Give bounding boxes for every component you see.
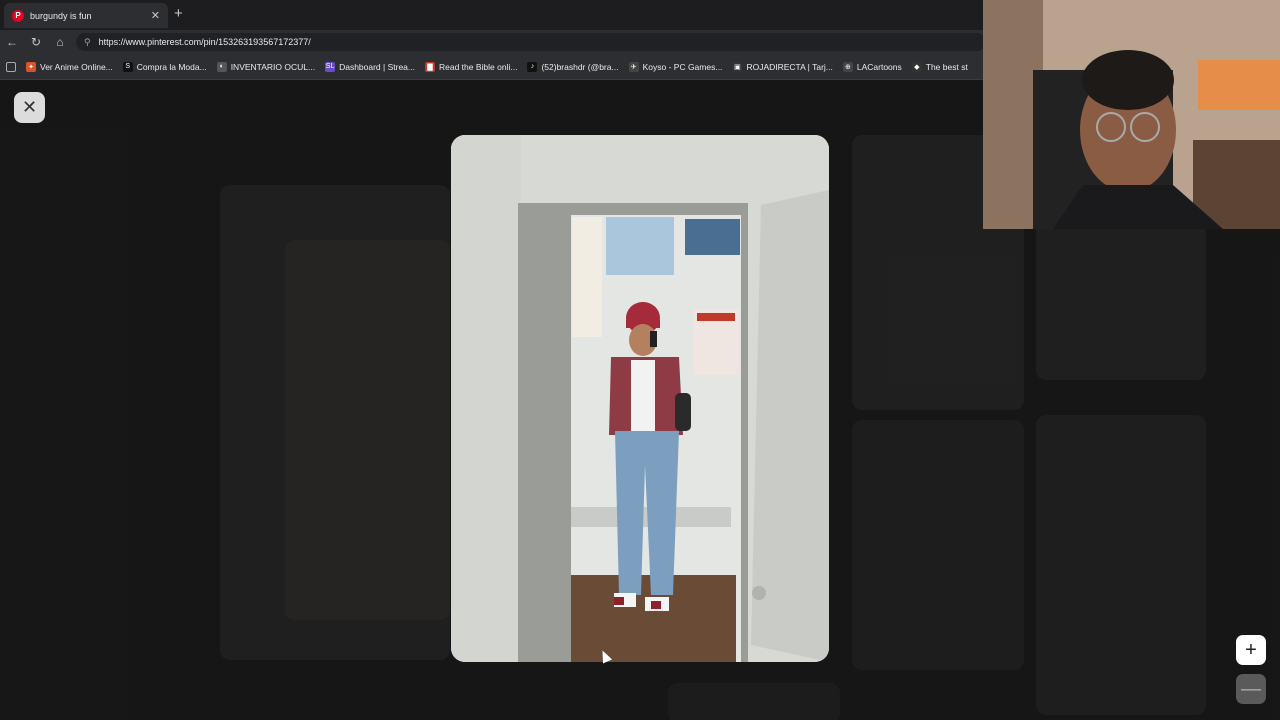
bookmark-item[interactable]: ▇ Read the Bible onli... bbox=[425, 61, 518, 72]
bookmark-label: Compra la Moda... bbox=[136, 61, 207, 72]
bookmark-favicon-icon: ◆ bbox=[911, 61, 922, 72]
home-icon[interactable]: ⌂ bbox=[48, 35, 72, 49]
bookmark-item[interactable]: ✦ Ver Anime Online... bbox=[26, 61, 113, 72]
bookmark-item[interactable]: ◆ The best st bbox=[911, 61, 968, 72]
bookmark-item[interactable]: ◐ INVENTARIO OCUL... bbox=[216, 61, 316, 72]
bookmark-item[interactable]: ▣ ROJADIRECTA | Tarj... bbox=[732, 61, 833, 72]
bookmark-item[interactable]: ♪ (52)brashdr (@bra... bbox=[527, 61, 619, 72]
bookmark-label: Koyso - PC Games... bbox=[642, 61, 723, 72]
bookmark-favicon-icon: ▇ bbox=[425, 61, 435, 72]
mirror-selfie-photo bbox=[451, 135, 829, 662]
bookmark-label: Ver Anime Online... bbox=[40, 61, 113, 72]
bookmark-label: INVENTARIO OCUL... bbox=[230, 61, 316, 72]
bookmark-favicon-icon: ✈ bbox=[628, 61, 639, 72]
reload-icon[interactable]: ↻ bbox=[24, 35, 48, 49]
bookmarks-menu-icon[interactable] bbox=[6, 61, 16, 72]
back-icon[interactable]: ← bbox=[0, 35, 24, 49]
bookmark-label: The best st bbox=[925, 61, 968, 72]
zoom-in-button[interactable]: + bbox=[1236, 635, 1266, 665]
bookmark-favicon-icon: SL bbox=[325, 61, 336, 72]
bookmark-favicon-icon: ✦ bbox=[26, 61, 36, 72]
bookmark-label: LACartoons bbox=[856, 61, 902, 72]
pinterest-icon: P bbox=[12, 9, 24, 22]
zoom-out-button[interactable]: — bbox=[1236, 674, 1266, 704]
bookmark-label: Read the Bible onli... bbox=[439, 61, 518, 72]
bookmark-favicon-icon: ▣ bbox=[732, 61, 743, 72]
tab-active[interactable]: P burgundy is fun ✕ bbox=[4, 3, 168, 28]
site-info-icon[interactable]: ⚲ bbox=[84, 37, 91, 48]
webcam-overlay bbox=[983, 0, 1280, 229]
new-tab-button[interactable]: + bbox=[174, 5, 183, 22]
bookmark-item[interactable]: ⊕ LACartoons bbox=[842, 61, 902, 72]
streamer-webcam-feed bbox=[983, 0, 1280, 229]
bookmark-favicon-icon: S bbox=[122, 61, 133, 72]
close-viewer-button[interactable]: ✕ bbox=[14, 92, 45, 123]
bookmark-label: Dashboard | Strea... bbox=[339, 61, 415, 72]
address-bar[interactable]: ⚲ https://www.pinterest.com/pin/15326319… bbox=[76, 33, 986, 51]
bookmark-label: (52)brashdr (@bra... bbox=[541, 61, 619, 72]
tab-title: burgundy is fun bbox=[30, 10, 92, 21]
bookmark-item[interactable]: ✈ Koyso - PC Games... bbox=[628, 61, 723, 72]
bookmark-favicon-icon: ⊕ bbox=[842, 61, 853, 72]
tab-close-icon[interactable]: ✕ bbox=[151, 9, 160, 22]
bookmark-favicon-icon: ◐ bbox=[216, 61, 227, 72]
bookmark-item[interactable]: SL Dashboard | Strea... bbox=[325, 61, 415, 72]
pin-image[interactable]: ⟳ bbox=[451, 135, 829, 662]
bookmark-item[interactable]: S Compra la Moda... bbox=[122, 61, 207, 72]
bookmark-label: ROJADIRECTA | Tarj... bbox=[746, 61, 833, 72]
url-text[interactable]: https://www.pinterest.com/pin/1532631935… bbox=[99, 37, 311, 47]
bookmark-favicon-icon: ♪ bbox=[527, 61, 538, 72]
